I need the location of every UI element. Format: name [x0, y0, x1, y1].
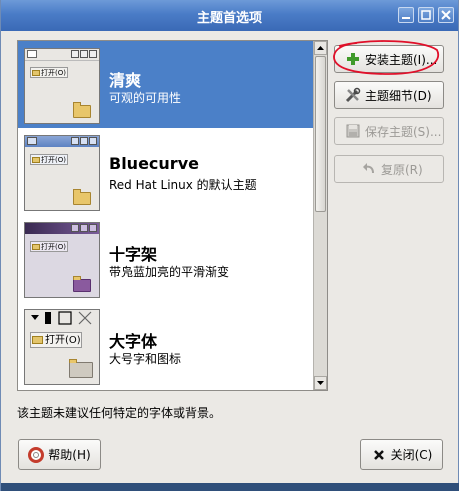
close-icon	[441, 10, 451, 20]
theme-name: Bluecurve	[109, 154, 199, 173]
revert-label: 复原(R)	[381, 162, 423, 177]
theme-list-scrollbar[interactable]	[313, 41, 327, 390]
arrow-down-icon	[317, 381, 324, 385]
scroll-up-button[interactable]	[314, 41, 327, 55]
folder-icon	[73, 189, 91, 205]
green-plus-icon	[345, 51, 361, 67]
theme-name: 清爽	[109, 71, 142, 90]
theme-name: 大字体	[109, 332, 158, 351]
theme-description: 可观的可用性	[109, 91, 182, 105]
close-label: 关闭(C)	[390, 448, 433, 462]
x-icon	[371, 447, 387, 463]
preview-open-label: 打开(O)	[41, 243, 66, 251]
save-theme-label: 保存主题(S)...	[365, 124, 442, 139]
preview-open-label: 打开(O)	[45, 335, 81, 346]
window-title: 主题首选项	[196, 11, 262, 26]
scrollbar-thumb[interactable]	[315, 56, 326, 212]
maximize-button[interactable]	[418, 7, 434, 23]
floppy-icon	[345, 123, 361, 139]
install-theme-label: 安装主题(I)...	[365, 52, 438, 67]
lifebuoy-icon	[28, 446, 45, 463]
title-bar[interactable]: 主题首选项	[1, 0, 458, 31]
theme-details-label: 主题细节(D)	[365, 88, 432, 103]
theme-preview: 打开(O)	[24, 48, 100, 124]
folder-icon	[73, 276, 91, 292]
folder-icon	[73, 102, 91, 118]
theme-details-button[interactable]: 主题细节(D)	[334, 81, 444, 109]
theme-list[interactable]: 打开(O) 清爽 可观的可用性 打开(O) Bluecurve Red Hat …	[17, 40, 328, 391]
theme-description: 大号字和图标	[109, 352, 182, 366]
close-window-button[interactable]	[438, 7, 454, 23]
preview-open-label: 打开(O)	[41, 69, 66, 77]
scroll-down-button[interactable]	[314, 376, 327, 390]
tools-icon	[345, 87, 361, 103]
folder-icon	[69, 359, 93, 378]
theme-preview: 打开(O)	[24, 309, 100, 385]
undo-arrow-icon	[361, 161, 377, 177]
theme-item-bluecurve[interactable]: 打开(O) Bluecurve Red Hat Linux 的默认主题	[18, 128, 313, 215]
theme-description: Red Hat Linux 的默认主题	[109, 178, 257, 192]
help-label: 帮助(H)	[48, 448, 91, 462]
desktop-panel-edge	[1, 483, 459, 491]
arrow-up-icon	[317, 46, 324, 50]
theme-preferences-window: 主题首选项 打开(O) 清爽 可观的可用性 打开(O) Bluecurve Re…	[0, 0, 459, 491]
save-theme-button[interactable]: 保存主题(S)...	[334, 117, 444, 145]
help-button[interactable]: 帮助(H)	[18, 439, 101, 470]
close-button[interactable]: 关闭(C)	[360, 439, 443, 470]
theme-item-large-print[interactable]: 打开(O) 大字体 大号字和图标	[18, 302, 313, 389]
minimize-button[interactable]	[398, 7, 414, 23]
theme-name: 十字架	[109, 245, 158, 264]
maximize-icon	[421, 10, 431, 20]
theme-description: 带凫蓝加亮的平滑渐变	[109, 265, 230, 279]
revert-button[interactable]: 复原(R)	[334, 155, 444, 183]
theme-preview: 打开(O)	[24, 135, 100, 211]
theme-item-clearlooks[interactable]: 打开(O) 清爽 可观的可用性	[18, 41, 313, 128]
status-message: 该主题未建议任何特定的字体或背景。	[17, 406, 222, 420]
preview-open-label: 打开(O)	[41, 156, 66, 164]
theme-preview: 打开(O)	[24, 222, 100, 298]
install-theme-button[interactable]: 安装主题(I)...	[334, 45, 444, 73]
minimize-icon	[402, 17, 410, 19]
theme-item-crux[interactable]: 打开(O) 十字架 带凫蓝加亮的平滑渐变	[18, 215, 313, 302]
